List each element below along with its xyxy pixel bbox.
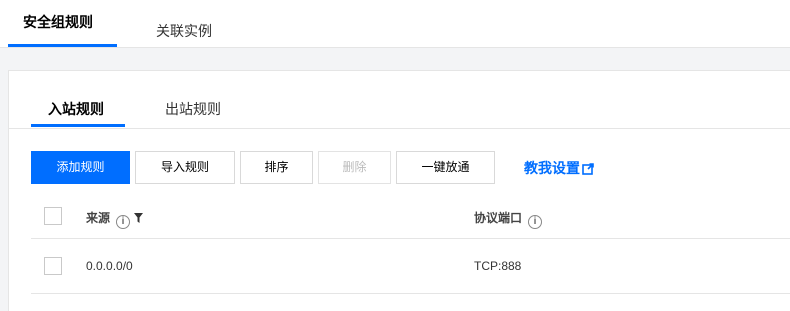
info-icon[interactable]: i xyxy=(528,215,543,229)
tab-associated-instances[interactable]: 关联实例 xyxy=(156,7,212,55)
open-all-button[interactable]: 一键放通 xyxy=(396,151,495,184)
column-port-label: 协议端口 xyxy=(474,211,523,225)
table-header: 来源 i 协议端口 i xyxy=(31,197,790,239)
top-tab-bar: 安全组规则 关联实例 xyxy=(0,0,790,48)
row-checkbox[interactable] xyxy=(44,257,62,275)
sort-button[interactable]: 排序 xyxy=(240,151,313,184)
rules-card: 入站规则 出站规则 添加规则 导入规则 排序 删除 一键放通 教我设置 来源 i … xyxy=(8,70,790,311)
info-icon[interactable]: i xyxy=(116,215,131,229)
column-source: 来源 i xyxy=(86,209,144,229)
table-row: 0.0.0.0/0 TCP:888 xyxy=(31,239,790,294)
import-rules-button[interactable]: 导入规则 xyxy=(135,151,235,184)
active-subtab-indicator xyxy=(31,124,125,127)
sub-tab-bar: 入站规则 出站规则 xyxy=(9,71,790,129)
filter-icon[interactable] xyxy=(134,213,144,223)
select-all-checkbox[interactable] xyxy=(44,207,62,225)
column-source-label: 来源 xyxy=(86,211,111,225)
help-setup-link[interactable]: 教我设置 xyxy=(524,158,594,178)
cell-protocol-port: TCP:888 xyxy=(474,259,522,273)
add-rule-button[interactable]: 添加规则 xyxy=(31,151,130,184)
tab-outbound-rules[interactable]: 出站规则 xyxy=(165,99,221,119)
column-protocol-port: 协议端口 i xyxy=(474,209,543,229)
delete-button[interactable]: 删除 xyxy=(318,151,391,184)
tab-label: 关联实例 xyxy=(156,23,212,39)
external-link-icon xyxy=(582,163,594,175)
cell-source: 0.0.0.0/0 xyxy=(86,259,133,273)
tab-inbound-rules[interactable]: 入站规则 xyxy=(48,99,104,119)
help-link-label: 教我设置 xyxy=(524,160,580,176)
tab-security-group-rules[interactable]: 安全组规则 xyxy=(23,0,117,48)
active-tab-indicator xyxy=(8,44,117,47)
